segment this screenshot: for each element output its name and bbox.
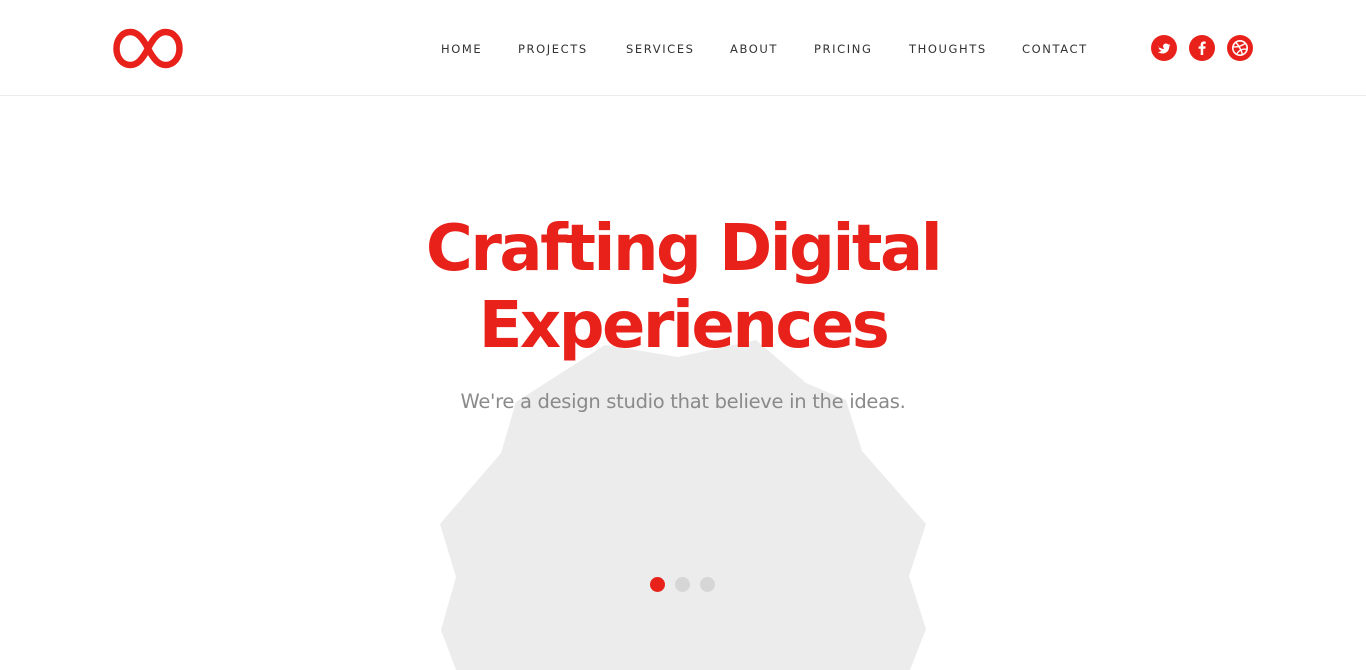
slide-dot-2[interactable]: [675, 577, 690, 592]
hero-subtitle: We're a design studio that believe in th…: [460, 390, 906, 413]
site-header: HOME PROJECTS SERVICES ABOUT PRICING THO…: [0, 0, 1366, 96]
nav-item-home[interactable]: HOME: [441, 41, 482, 57]
hero-title-line-1: Crafting Digital: [425, 212, 943, 286]
hero-title-line-2: Experiences: [478, 289, 890, 363]
nav-item-thoughts[interactable]: THOUGHTS: [909, 41, 987, 57]
slide-dot-1[interactable]: [650, 577, 665, 592]
dribbble-link[interactable]: [1227, 35, 1253, 61]
dribbble-icon: [1232, 40, 1248, 56]
twitter-link[interactable]: [1151, 35, 1177, 61]
nav-item-about[interactable]: ABOUT: [730, 41, 778, 57]
nav-item-pricing[interactable]: PRICING: [814, 41, 872, 57]
facebook-link[interactable]: [1189, 35, 1215, 61]
facebook-icon: [1198, 41, 1206, 55]
nav-item-services[interactable]: SERVICES: [626, 41, 695, 57]
nav-item-projects[interactable]: PROJECTS: [518, 41, 588, 57]
nav-item-contact[interactable]: CONTACT: [1022, 41, 1088, 57]
slide-dot-3[interactable]: [700, 577, 715, 592]
slider-pagination: [650, 577, 720, 593]
twitter-icon: [1158, 43, 1171, 54]
